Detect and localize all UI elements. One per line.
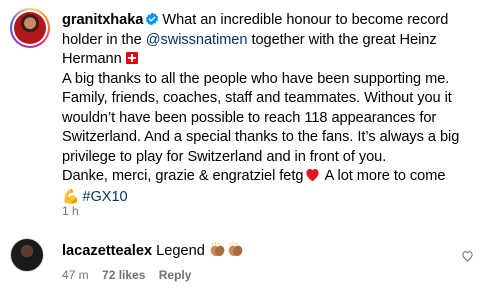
clapping-hands-icon xyxy=(228,242,243,257)
post-username[interactable]: granitxhaka xyxy=(62,12,143,28)
like-heart-icon[interactable] xyxy=(461,250,474,262)
caption-text-more: A lot more to come xyxy=(321,168,446,184)
swiss-flag-icon xyxy=(125,52,138,64)
caption-text-3: together with the great Heinz xyxy=(247,31,437,48)
avatar-ring xyxy=(12,10,48,46)
caption-line-5: Family, friends, coaches, staff and team… xyxy=(62,90,452,106)
reply-comment: lacazettealex Legend xyxy=(62,242,245,261)
avatar-granitxhaka[interactable] xyxy=(10,8,50,48)
comment-thread: granitxhaka What an incredible honour to … xyxy=(0,0,489,295)
post-caption: granitxhaka What an incredible honour to … xyxy=(62,11,482,207)
caption-line-1: granitxhaka What an incredible honour to … xyxy=(62,11,482,31)
verified-badge-icon xyxy=(146,12,159,26)
avatar-lacazettealex[interactable] xyxy=(10,238,44,272)
caption-line-4: A big thanks to all the people who have … xyxy=(62,70,450,87)
reply-button[interactable]: Reply xyxy=(159,268,192,282)
hashtag-gx10[interactable]: #GX10 xyxy=(82,189,127,205)
reply-likes[interactable]: 72 likes xyxy=(102,268,145,282)
red-heart-icon xyxy=(306,169,320,182)
reply-username[interactable]: lacazettealex xyxy=(62,243,152,259)
caption-text-4: Hermann xyxy=(62,51,122,67)
caption-line-3: Hermann xyxy=(62,50,482,70)
avatar-image xyxy=(14,12,46,44)
clapping-hands-icon xyxy=(210,242,225,257)
reply-meta: 47 m 72 likes Reply xyxy=(62,268,201,282)
caption-text-1: What an incredible honour to become reco… xyxy=(162,12,449,28)
caption-line-7: Switzerland. And a special thanks to the… xyxy=(62,129,460,145)
reply-time[interactable]: 47 m xyxy=(62,268,89,282)
caption-text-danke: Danke, merci, grazie & engratziel fetg xyxy=(62,168,304,184)
caption-text-2: holder in the xyxy=(62,31,146,48)
caption-line-9: Danke, merci, grazie & engratziel fetg A… xyxy=(62,167,482,187)
post-timestamp[interactable]: 1 h xyxy=(62,204,79,218)
caption-line-2: holder in the @swissnatimen together wit… xyxy=(62,31,482,51)
caption-line-10: 💪 #GX10 xyxy=(62,187,482,208)
caption-line-6: wouldn’t have been possible to reach 118… xyxy=(62,109,437,126)
muscle-icon: 💪 xyxy=(62,187,80,204)
caption-line-8: privilege to play for Switzerland and in… xyxy=(62,148,387,165)
mention-swissnatimen[interactable]: @swissnatimen xyxy=(146,32,248,48)
reply-text: Legend xyxy=(156,243,205,259)
